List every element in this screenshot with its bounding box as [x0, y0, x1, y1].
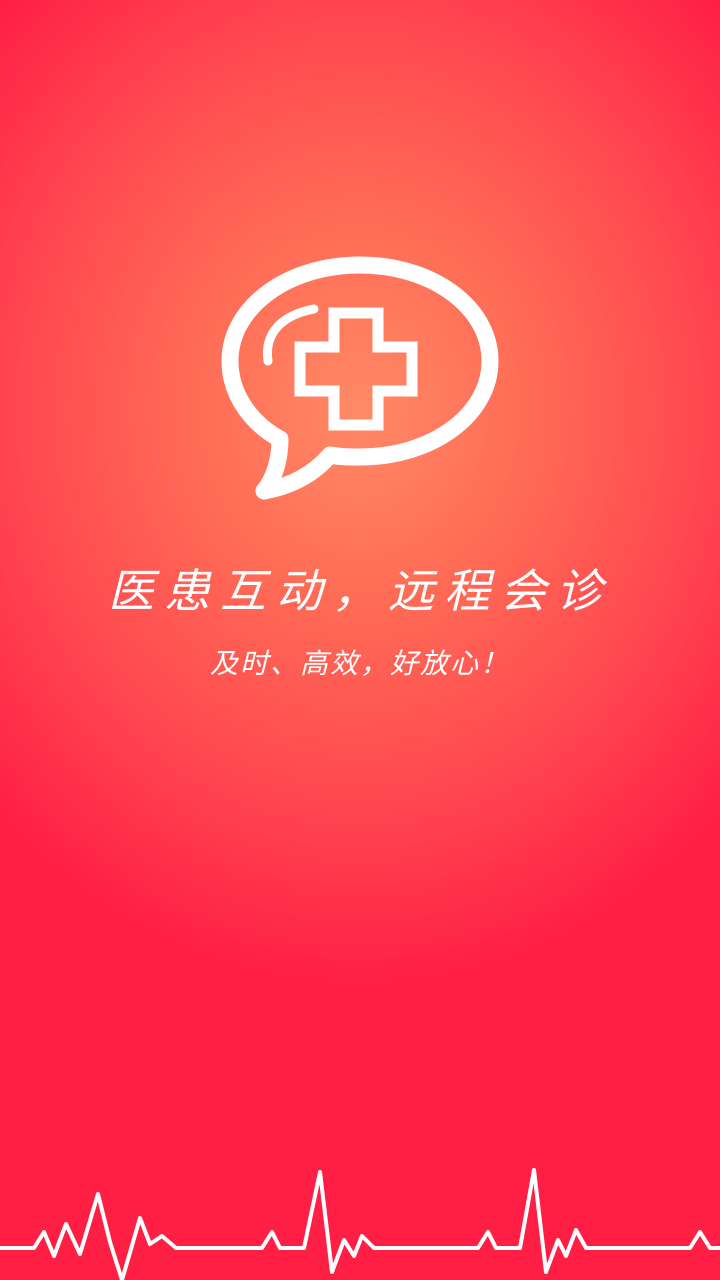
splash-screen: 医患互动，远程会诊 及时、高效，好放心！: [0, 0, 720, 1280]
slogan-text: 医患互动，远程会诊: [108, 564, 612, 618]
heartbeat-line-icon: [0, 1168, 720, 1280]
medical-chat-bubble-icon: [221, 256, 499, 500]
tagline-text: 及时、高效，好放心！: [209, 647, 510, 680]
